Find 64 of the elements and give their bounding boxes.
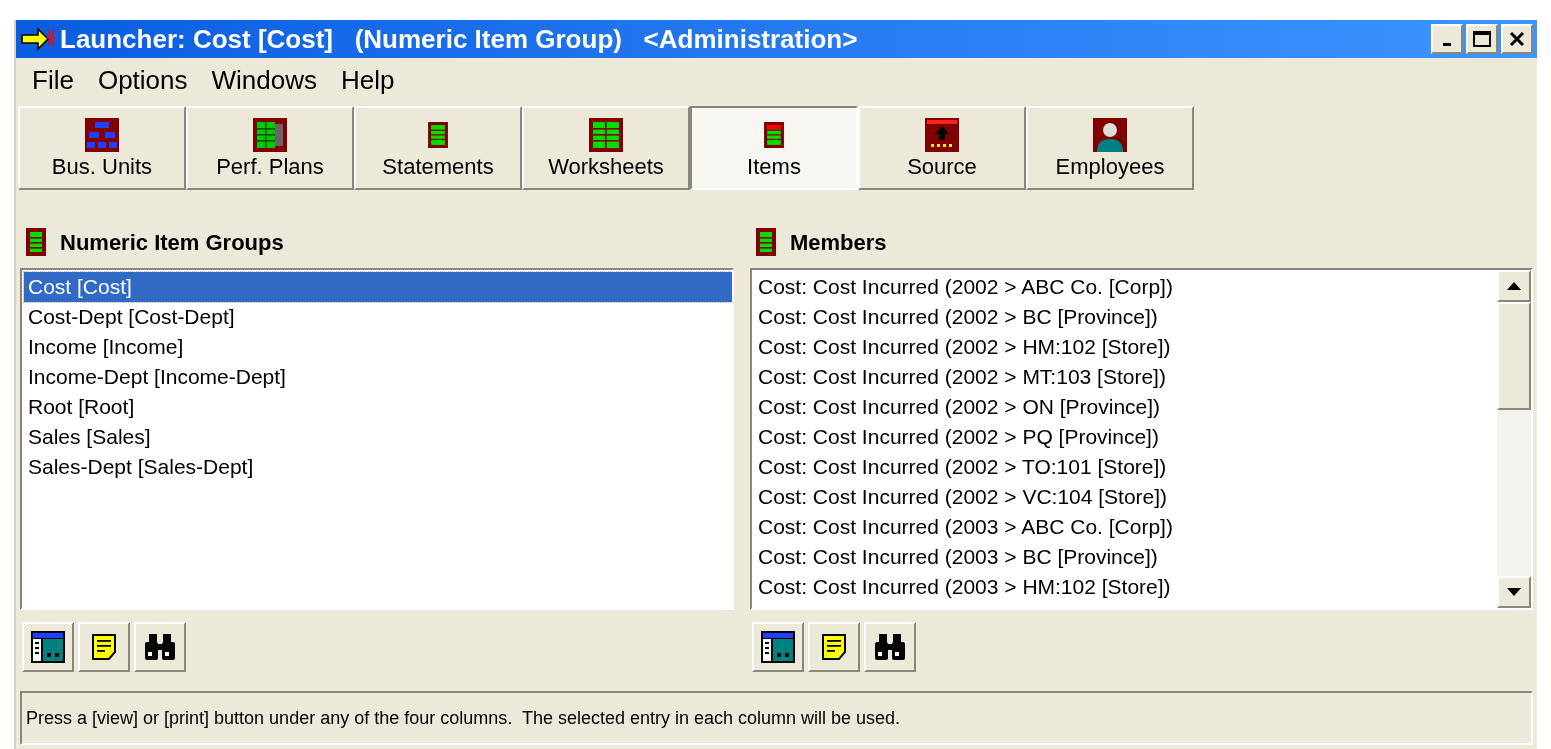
list-item[interactable]: Cost: Cost Incurred (2002 > BC [Province]): [754, 302, 1497, 332]
print-button[interactable]: [78, 622, 130, 672]
scrollbar[interactable]: [1497, 270, 1531, 608]
view-button[interactable]: [752, 622, 804, 672]
close-button[interactable]: [1501, 24, 1533, 54]
list-item[interactable]: Cost: Cost Incurred (2003 > BC [Province]): [754, 542, 1497, 572]
toolbar-tab[interactable]: Bus. Units: [18, 106, 186, 190]
minimize-icon: [1443, 42, 1451, 46]
list-item[interactable]: Cost: Cost Incurred (2003 > HM:102 [Store]): [754, 572, 1497, 602]
list-item[interactable]: Income-Dept [Income-Dept]: [24, 362, 732, 392]
list-item[interactable]: Income [Income]: [24, 332, 732, 362]
table-window-icon: [31, 631, 65, 663]
down-arrow-icon: [1507, 588, 1521, 596]
panel-heading: Members: [790, 228, 887, 257]
toolbar-tab[interactable]: Items: [690, 106, 858, 190]
list-item[interactable]: Cost [Cost]: [24, 272, 732, 302]
list-item[interactable]: Cost: Cost Incurred (2002 > VC:104 [Store]): [754, 482, 1497, 512]
list-item[interactable]: Sales [Sales]: [24, 422, 732, 452]
grid-sheet-icon: [589, 118, 623, 152]
menu-item[interactable]: Help: [331, 60, 405, 100]
toolbar-tab[interactable]: Source: [858, 106, 1026, 190]
stacked-sheets-icon: [253, 118, 287, 152]
binoculars-icon: [145, 634, 175, 660]
menu-item[interactable]: File: [22, 60, 84, 100]
print-button[interactable]: [808, 622, 860, 672]
toolbar-tab[interactable]: Perf. Plans: [186, 106, 354, 190]
list-item[interactable]: Root [Root]: [24, 392, 732, 422]
find-button[interactable]: [864, 622, 916, 672]
panel-heading: Numeric Item Groups: [60, 228, 284, 257]
minimize-button[interactable]: [1431, 24, 1463, 54]
note-icon: [822, 634, 846, 660]
list-item[interactable]: Cost: Cost Incurred (2002 > PQ [Province]): [754, 422, 1497, 452]
status-text: Press a [view] or [print] button under any of the four columns. The selected entry in each column will be used.: [26, 706, 901, 730]
list-sheet-icon: [754, 228, 778, 256]
toolbar-tab[interactable]: Employees: [1026, 106, 1194, 190]
view-button[interactable]: [22, 622, 74, 672]
list-item[interactable]: Cost-Dept [Cost-Dept]: [24, 302, 732, 332]
list-item[interactable]: Cost: Cost Incurred (2003 > ABC Co. [Corp]): [754, 512, 1497, 542]
list-item[interactable]: Sales-Dept [Sales-Dept]: [24, 452, 732, 482]
binoculars-icon: [875, 634, 905, 660]
toolbar-tab[interactable]: Statements: [354, 106, 522, 190]
org-chart-icon: [85, 118, 119, 152]
up-arrow-icon: [1507, 282, 1521, 290]
table-window-icon: [761, 631, 795, 663]
maximize-icon: [1473, 31, 1491, 47]
maximize-button[interactable]: [1466, 24, 1498, 54]
menu-item[interactable]: Windows: [201, 60, 327, 100]
list-item[interactable]: Cost: Cost Incurred (2002 > TO:101 [Store]): [754, 452, 1497, 482]
arrow-icon: [20, 28, 56, 50]
scroll-thumb[interactable]: [1497, 302, 1531, 410]
find-button[interactable]: [134, 622, 186, 672]
list-item[interactable]: Cost: Cost Incurred (2002 > MT:103 [Store]): [754, 362, 1497, 392]
toolbar-tab[interactable]: Worksheets: [522, 106, 690, 190]
list-sheet-icon: [24, 228, 48, 256]
close-icon: [1509, 31, 1525, 47]
scroll-up-button[interactable]: [1497, 270, 1531, 302]
menu-item[interactable]: Options: [87, 60, 198, 100]
scroll-down-button[interactable]: [1497, 576, 1531, 608]
note-icon: [92, 634, 116, 660]
list-item[interactable]: Cost: Cost Incurred (2002 > ON [Province]): [754, 392, 1497, 422]
list-item[interactable]: Cost: Cost Incurred (2002 > HM:102 [Store]): [754, 332, 1497, 362]
window-title: Launcher: Cost [Cost] (Numeric Item Group) <Administration>: [60, 22, 858, 56]
person-icon: [1093, 118, 1127, 152]
list-item[interactable]: Cost: Cost Incurred (2002 > ABC Co. [Corp]): [754, 272, 1497, 302]
